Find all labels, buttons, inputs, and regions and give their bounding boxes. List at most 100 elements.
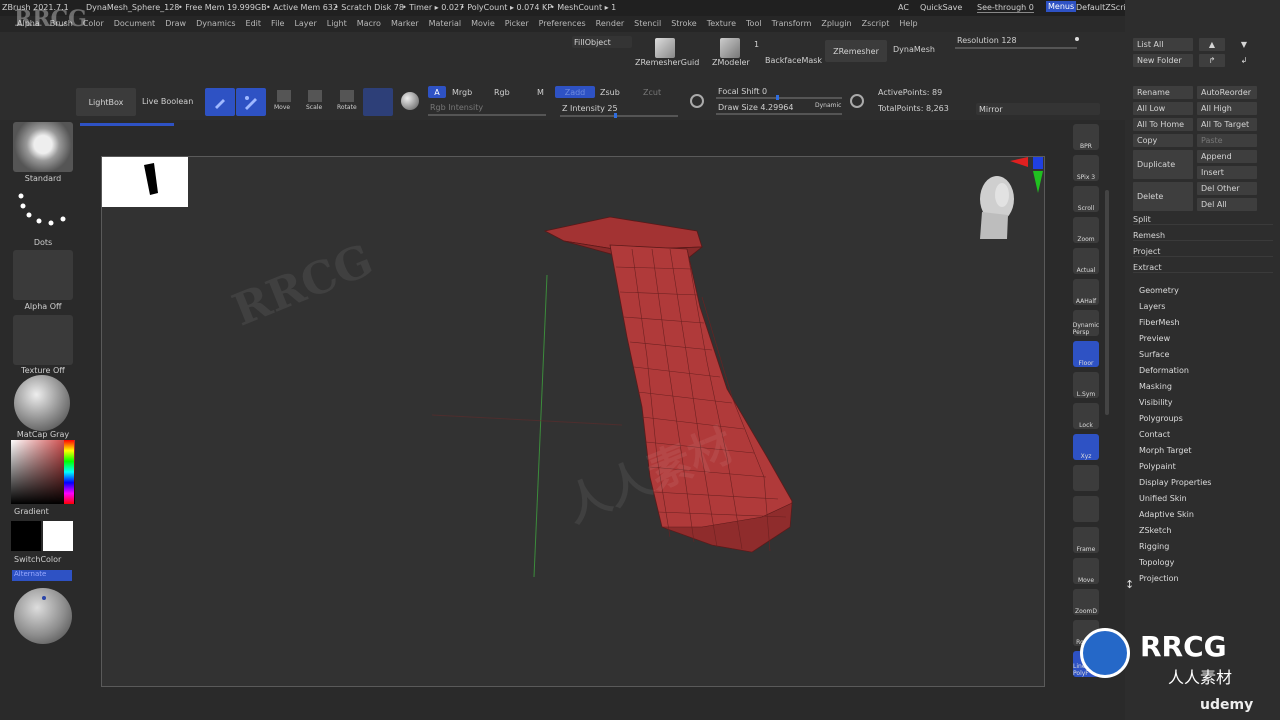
alternate-button[interactable]: Alternate bbox=[12, 570, 72, 581]
z-intensity-knob[interactable] bbox=[614, 113, 617, 118]
focal-shift-knob[interactable] bbox=[776, 95, 779, 100]
rotate-button[interactable]: Rotate bbox=[337, 104, 357, 111]
tool-subpalette-item[interactable]: Morph Target bbox=[1139, 446, 1192, 455]
edit-mode-button[interactable] bbox=[205, 88, 235, 116]
view-tool-button[interactable]: Xyz bbox=[1073, 434, 1099, 460]
copy-button[interactable]: Copy bbox=[1133, 134, 1193, 147]
list-all-button[interactable]: List All bbox=[1133, 38, 1193, 51]
menu-item[interactable]: Zscript bbox=[857, 16, 895, 32]
menu-item[interactable]: Light bbox=[322, 16, 352, 32]
tool-subpalette-item[interactable]: Preview bbox=[1139, 334, 1170, 343]
menu-item[interactable]: Stencil bbox=[629, 16, 666, 32]
tool-subpalette-item[interactable]: Layers bbox=[1139, 302, 1165, 311]
rgb-intensity-track[interactable] bbox=[428, 114, 546, 116]
zremesher-button[interactable]: ZRemesher bbox=[825, 40, 887, 62]
del-all-button[interactable]: Del All bbox=[1197, 198, 1257, 211]
paste-button[interactable]: Paste bbox=[1197, 134, 1257, 147]
zremesher-guide-button[interactable]: ZRemesherGuid bbox=[635, 58, 699, 67]
rgb-intensity-slider[interactable]: Rgb Intensity bbox=[430, 103, 483, 112]
menu-item[interactable]: Brush bbox=[45, 16, 78, 32]
view-tool-button[interactable]: Move bbox=[1073, 558, 1099, 584]
secondary-color-swatch[interactable] bbox=[43, 521, 73, 551]
del-other-button[interactable]: Del Other bbox=[1197, 182, 1257, 195]
all-low-button[interactable]: All Low bbox=[1133, 102, 1193, 115]
menu-item[interactable]: Material bbox=[424, 16, 467, 32]
zadd-button[interactable]: Zadd bbox=[555, 86, 595, 98]
rgb-button[interactable]: Rgb bbox=[494, 88, 510, 97]
move-left-button[interactable]: ↲ bbox=[1231, 54, 1257, 67]
stroke-thumbnail[interactable] bbox=[13, 186, 73, 236]
z-intensity-slider[interactable]: Z Intensity 25 bbox=[562, 104, 618, 113]
tool-subpalette-item[interactable]: Adaptive Skin bbox=[1139, 510, 1194, 519]
menu-item[interactable]: Picker bbox=[500, 16, 534, 32]
mrgb-button[interactable]: Mrgb bbox=[452, 88, 472, 97]
gizmo-button[interactable] bbox=[363, 88, 393, 116]
view-tool-button[interactable]: ZoomD bbox=[1073, 589, 1099, 615]
move-down-button[interactable]: ▼ bbox=[1231, 38, 1257, 51]
quicksave-button[interactable]: QuickSave bbox=[920, 3, 962, 12]
tool-subpalette-item[interactable]: Projection bbox=[1139, 574, 1179, 583]
all-high-button[interactable]: All High bbox=[1197, 102, 1257, 115]
dynamesh-button[interactable]: DynaMesh bbox=[893, 45, 935, 54]
tool-subpalette-item[interactable]: Topology bbox=[1139, 558, 1174, 567]
resolution-track[interactable] bbox=[955, 47, 1077, 49]
menu-item[interactable]: Alpha bbox=[12, 16, 45, 32]
seethrough-slider[interactable]: See-through 0 bbox=[977, 3, 1034, 13]
z-intensity-track[interactable] bbox=[560, 115, 678, 117]
zcut-button[interactable]: Zcut bbox=[643, 88, 661, 97]
tool-subpalette-item[interactable]: Polygroups bbox=[1139, 414, 1183, 423]
menu-item[interactable]: Stroke bbox=[666, 16, 702, 32]
subtool-section[interactable]: Project bbox=[1133, 247, 1273, 257]
spotlight-icon[interactable] bbox=[401, 92, 419, 110]
menu-item[interactable]: Dynamics bbox=[191, 16, 240, 32]
brush-thumbnail[interactable] bbox=[13, 122, 73, 172]
document-canvas[interactable] bbox=[101, 156, 1045, 687]
menu-item[interactable]: Help bbox=[894, 16, 922, 32]
tool-subpalette-item[interactable]: Contact bbox=[1139, 430, 1170, 439]
tool-subpalette-item[interactable]: Deformation bbox=[1139, 366, 1189, 375]
main-color-swatch[interactable] bbox=[11, 521, 41, 551]
backfacemask-button[interactable]: BackfaceMask bbox=[765, 56, 822, 65]
zmodeler-button[interactable]: ZModeler bbox=[712, 58, 750, 67]
all-to-home-button[interactable]: All To Home bbox=[1133, 118, 1193, 131]
draw-size-slider[interactable]: Draw Size 4.29964 bbox=[718, 103, 793, 112]
tool-subpalette-item[interactable]: FiberMesh bbox=[1139, 318, 1180, 327]
autoreorder-button[interactable]: AutoReorder bbox=[1197, 86, 1257, 99]
zsub-button[interactable]: Zsub bbox=[600, 88, 620, 97]
draw-size-track[interactable] bbox=[716, 113, 842, 115]
view-tool-button[interactable] bbox=[1073, 465, 1099, 491]
view-tool-button[interactable]: SPix 3 bbox=[1073, 155, 1099, 181]
append-button[interactable]: Append bbox=[1197, 150, 1257, 163]
focal-shift-track[interactable] bbox=[716, 97, 842, 99]
menu-item[interactable]: Marker bbox=[386, 16, 424, 32]
view-tool-button[interactable]: Actual bbox=[1073, 248, 1099, 274]
menus-button[interactable]: Menus bbox=[1046, 1, 1077, 12]
tool-subpalette-item[interactable]: Surface bbox=[1139, 350, 1169, 359]
subtool-section[interactable]: Remesh bbox=[1133, 231, 1273, 241]
menu-item[interactable]: Macro bbox=[352, 16, 386, 32]
insert-button[interactable]: Insert bbox=[1197, 166, 1257, 179]
tool-subpalette-item[interactable]: Geometry bbox=[1139, 286, 1179, 295]
move-button[interactable]: Move bbox=[274, 104, 290, 111]
tool-scrollbar[interactable] bbox=[1105, 190, 1109, 415]
texture-thumbnail[interactable] bbox=[13, 315, 73, 365]
scale-button[interactable]: Scale bbox=[306, 104, 322, 111]
lightbox-button[interactable]: LightBox bbox=[76, 88, 136, 116]
switchcolor-button[interactable]: SwitchColor bbox=[0, 555, 86, 564]
tool-subpalette-item[interactable]: Polypaint bbox=[1139, 462, 1176, 471]
m-button[interactable]: M bbox=[537, 88, 544, 97]
view-tool-button[interactable]: L.Sym bbox=[1073, 372, 1099, 398]
menu-item[interactable]: Color bbox=[78, 16, 109, 32]
view-tool-button[interactable] bbox=[1073, 496, 1099, 522]
menu-item[interactable]: Layer bbox=[289, 16, 321, 32]
mirror-button[interactable]: Mirror bbox=[976, 103, 1100, 115]
menu-item[interactable]: Zplugin bbox=[816, 16, 856, 32]
rename-button[interactable]: Rename bbox=[1133, 86, 1193, 99]
menu-item[interactable]: Draw bbox=[160, 16, 191, 32]
subtool-section[interactable]: Split bbox=[1133, 215, 1273, 225]
view-tool-button[interactable]: Scroll bbox=[1073, 186, 1099, 212]
tool-subpalette-item[interactable]: ZSketch bbox=[1139, 526, 1171, 535]
view-tool-button[interactable]: Lock bbox=[1073, 403, 1099, 429]
menu-item[interactable]: Transform bbox=[767, 16, 817, 32]
new-folder-button[interactable]: New Folder bbox=[1133, 54, 1193, 67]
